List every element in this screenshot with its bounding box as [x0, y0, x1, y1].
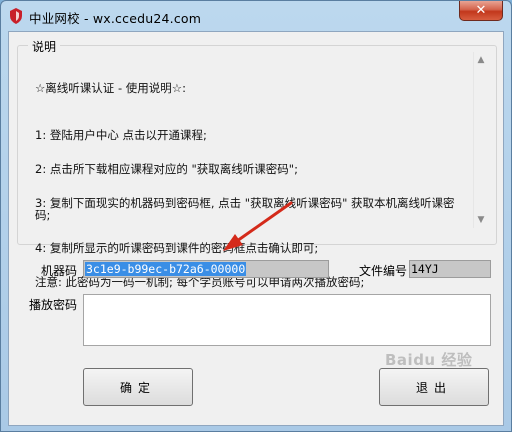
- file-number-label: 文件编号: [359, 264, 408, 278]
- watermark: Baidu 经验: [385, 351, 473, 369]
- instruction-line: 4: 复制所显示的听课密码到课件的密码框点击确认即可;: [35, 241, 319, 256]
- app-window: 中业网校 - wx.ccedu24.com ✕ 说明 ☆离线听课认证 - 使用说…: [0, 0, 512, 432]
- instruction-line: 2: 点击所下载相应课程对应的 "获取离线听课密码";: [35, 162, 298, 177]
- window-title: 中业网校 - wx.ccedu24.com: [29, 11, 202, 26]
- scroll-up-icon[interactable]: ▲: [474, 52, 488, 68]
- file-number-field[interactable]: 14YJ: [409, 260, 491, 278]
- scroll-down-icon[interactable]: ▼: [474, 212, 488, 228]
- exit-button-label: 退出: [415, 380, 452, 395]
- instruction-line: 1: 登陆用户中心 点击以开通课程;: [35, 128, 207, 143]
- machine-code-field[interactable]: 3c1e9-b99ec-b72a6-00000: [83, 260, 329, 278]
- close-button[interactable]: ✕: [459, 1, 503, 21]
- exit-button[interactable]: 退出: [379, 368, 489, 406]
- instructions-heading: ☆离线听课认证 - 使用说明☆:: [35, 80, 186, 95]
- vertical-scrollbar[interactable]: ▲ ▼: [473, 52, 487, 228]
- machine-code-value: 3c1e9-b99ec-b72a6-00000: [85, 262, 247, 276]
- file-number-value: 14YJ: [411, 262, 439, 276]
- machine-code-label: 机器码: [41, 264, 78, 278]
- play-password-label: 播放密码: [29, 298, 78, 312]
- play-password-input[interactable]: [83, 294, 491, 346]
- shield-icon: [10, 8, 22, 24]
- instructions-textarea[interactable]: ☆离线听课认证 - 使用说明☆: 1: 登陆用户中心 点击以开通课程; 2: 点…: [29, 52, 487, 288]
- ok-button[interactable]: 确定: [83, 368, 193, 406]
- instruction-line: 3: 复制下面现实的机器码到密码框, 点击 "获取离线听课密码" 获取本机离线听…: [35, 196, 455, 222]
- ok-button-label: 确定: [119, 380, 156, 395]
- title-bar[interactable]: 中业网校 - wx.ccedu24.com ✕: [1, 1, 511, 31]
- close-icon: ✕: [475, 3, 487, 18]
- instruction-line: 注意: 此密码为一码一机制; 每个学员账号可以申请两次播放密码;: [35, 275, 365, 290]
